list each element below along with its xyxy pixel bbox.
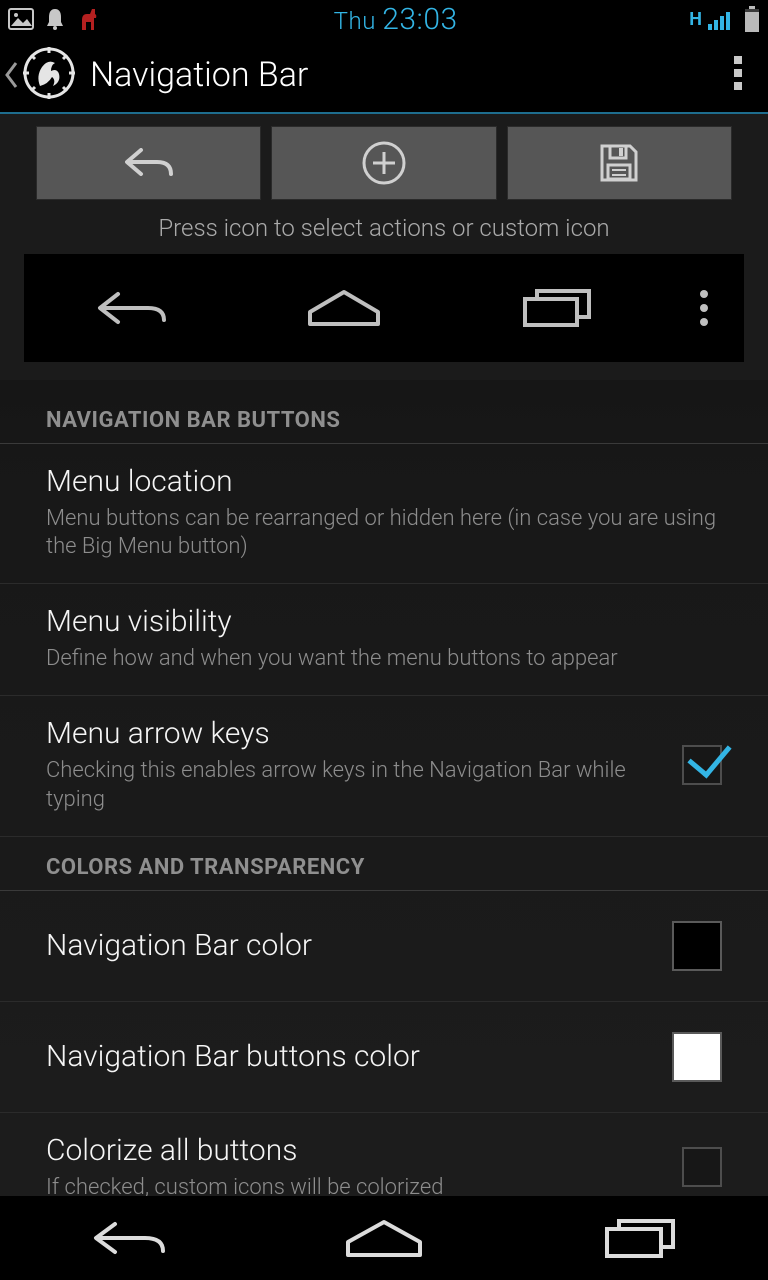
toolbar — [0, 114, 768, 204]
pref-menu-arrow-keys[interactable]: Menu arrow keys Checking this enables ar… — [0, 696, 768, 836]
home-icon — [342, 1217, 426, 1259]
navbar-preview-container — [0, 254, 768, 380]
overflow-menu-button[interactable] — [718, 46, 758, 104]
pref-title: Navigation Bar buttons color — [46, 1039, 648, 1074]
pref-summary: If checked, custom icons will be coloriz… — [46, 1174, 658, 1196]
overflow-icon — [734, 56, 742, 90]
checkbox[interactable] — [682, 1147, 722, 1187]
picture-icon — [8, 8, 34, 30]
recent-icon — [521, 287, 593, 329]
pref-summary: Define how and when you want the menu bu… — [46, 645, 722, 673]
save-icon — [596, 140, 642, 186]
status-bar: Thu 23:03 H — [0, 0, 768, 38]
undo-button[interactable] — [36, 126, 261, 200]
back-icon — [89, 1217, 167, 1259]
pref-title: Colorize all buttons — [46, 1133, 658, 1168]
pref-navbar-color[interactable]: Navigation Bar color — [0, 891, 768, 1002]
pref-title: Menu visibility — [46, 604, 722, 639]
undo-icon — [119, 142, 179, 184]
app-icon — [22, 46, 76, 104]
system-nav-bar — [0, 1196, 768, 1280]
menu-dots-icon — [699, 289, 709, 327]
section-header-colors: Colors and Transparency — [0, 837, 768, 891]
action-bar-title: Navigation Bar — [90, 55, 718, 95]
back-icon — [94, 288, 168, 328]
pref-navbar-buttons-color[interactable]: Navigation Bar buttons color — [0, 1002, 768, 1113]
action-bar-up[interactable] — [4, 46, 76, 104]
pref-title: Navigation Bar color — [46, 928, 648, 963]
preview-menu-button[interactable] — [664, 289, 744, 327]
toolbar-hint: Press icon to select actions or custom i… — [0, 204, 768, 254]
preview-back-button[interactable] — [24, 288, 237, 328]
pref-colorize-all[interactable]: Colorize all buttons If checked, custom … — [0, 1113, 768, 1196]
network-type: H — [689, 9, 702, 30]
plus-circle-icon — [361, 140, 407, 186]
signal-icon — [708, 8, 734, 30]
pref-title: Menu arrow keys — [46, 716, 658, 751]
sysnav-back-button[interactable] — [0, 1217, 256, 1259]
color-swatch[interactable] — [672, 921, 722, 971]
bell-icon — [44, 7, 66, 31]
pref-menu-visibility[interactable]: Menu visibility Define how and when you … — [0, 584, 768, 696]
preview-home-button[interactable] — [237, 288, 450, 328]
pref-summary: Checking this enables arrow keys in the … — [46, 757, 658, 813]
pref-menu-location[interactable]: Menu location Menu buttons can be rearra… — [0, 444, 768, 584]
battery-icon — [744, 6, 760, 32]
home-icon — [304, 288, 384, 328]
sysnav-recent-button[interactable] — [512, 1216, 768, 1260]
pref-summary: Menu buttons can be rearranged or hidden… — [46, 505, 722, 561]
checkbox[interactable] — [682, 745, 722, 785]
chevron-left-icon — [4, 61, 18, 89]
save-button[interactable] — [507, 126, 732, 200]
add-button[interactable] — [271, 126, 496, 200]
status-clock: Thu 23:03 — [102, 2, 689, 37]
recent-icon — [602, 1216, 678, 1260]
settings-list: Navigation Bar Buttons Menu location Men… — [0, 380, 768, 1196]
section-header-buttons: Navigation Bar Buttons — [0, 390, 768, 444]
navbar-preview — [24, 254, 744, 362]
action-bar: Navigation Bar — [0, 38, 768, 114]
pref-title: Menu location — [46, 464, 722, 499]
color-swatch[interactable] — [672, 1032, 722, 1082]
preview-recent-button[interactable] — [451, 287, 664, 329]
llama-icon — [76, 6, 102, 32]
sysnav-home-button[interactable] — [256, 1217, 512, 1259]
